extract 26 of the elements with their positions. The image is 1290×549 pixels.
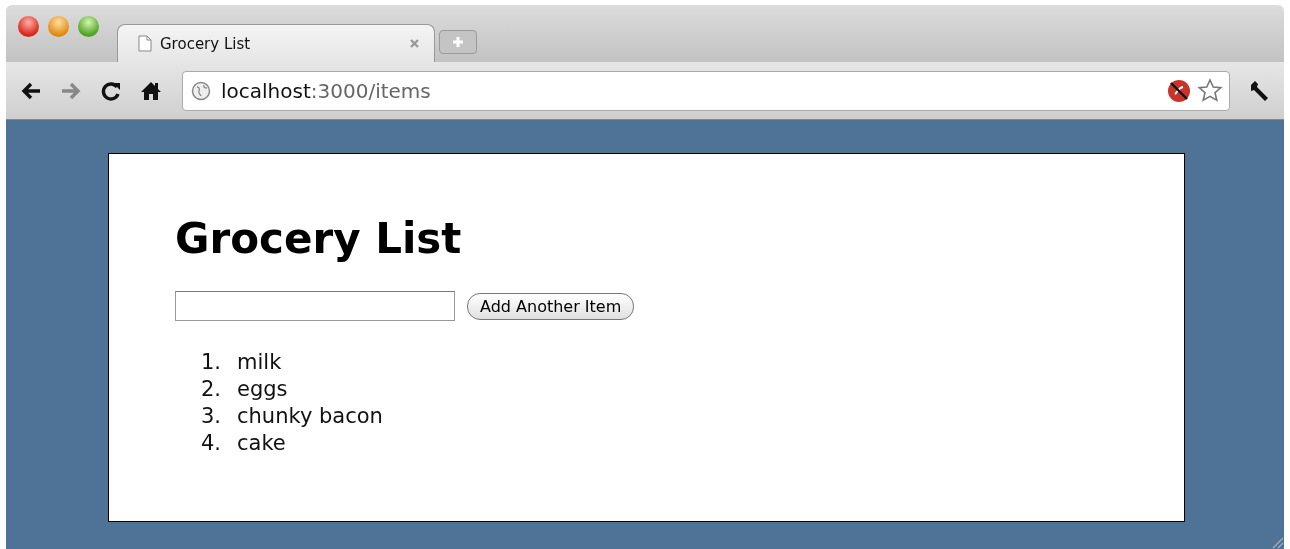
list-item: eggs — [237, 376, 288, 403]
url-text: localhost:3000/items — [221, 78, 431, 103]
list-number: 1. — [201, 349, 223, 376]
resize-grip-icon[interactable] — [1270, 535, 1284, 549]
zoom-window-icon[interactable] — [78, 16, 99, 37]
blocked-icon[interactable] — [1167, 78, 1191, 103]
home-icon[interactable] — [140, 79, 162, 102]
list-number: 2. — [201, 376, 223, 403]
list-item: cake — [237, 430, 286, 457]
star-icon[interactable] — [1197, 77, 1223, 104]
close-window-icon[interactable] — [18, 16, 39, 37]
close-icon[interactable] — [409, 38, 420, 49]
address-bar[interactable]: localhost:3000/items — [182, 70, 1230, 111]
back-icon[interactable] — [20, 80, 42, 101]
item-input-field[interactable] — [175, 291, 455, 321]
add-item-button[interactable]: Add Another Item — [467, 292, 635, 320]
browser-tab[interactable]: Grocery List — [117, 24, 435, 62]
reload-icon[interactable] — [100, 79, 122, 102]
list-item: chunky bacon — [237, 403, 383, 430]
list-item: milk — [237, 349, 282, 376]
list-number: 4. — [201, 430, 223, 457]
page-icon — [138, 35, 152, 52]
new-tab-button[interactable] — [439, 30, 477, 54]
page-heading: Grocery List — [175, 214, 463, 263]
list-number: 3. — [201, 403, 223, 430]
plus-icon — [451, 35, 465, 49]
